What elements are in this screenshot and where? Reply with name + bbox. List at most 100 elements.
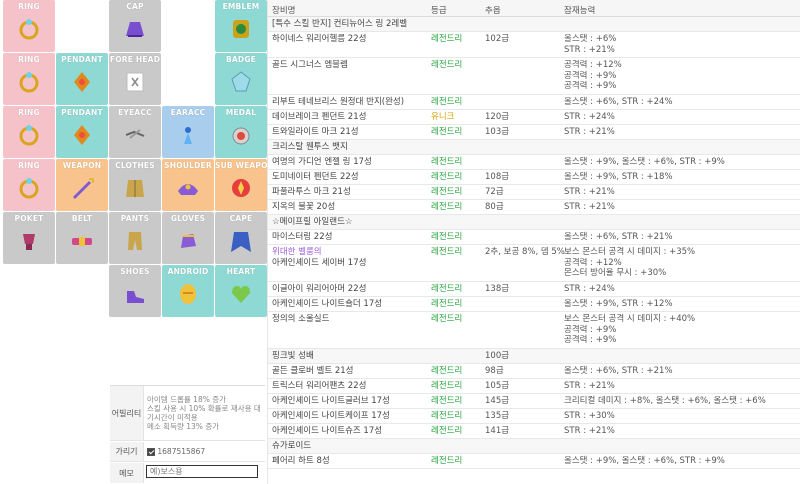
table-row[interactable]: ☆메이프릴 아일랜드☆ <box>268 215 800 230</box>
item-extra-option: 2추, 보공 8%, 뎀 5% <box>485 247 565 257</box>
item-grade: 레전드리 <box>431 172 463 182</box>
slot-heart[interactable]: HEART <box>215 265 267 317</box>
slot-badge[interactable]: BADGE <box>215 53 267 105</box>
character-info-panel: 어빌리티 아이템 드롭률 18% 증가 스킬 사용 시 10% 확률로 재사용 … <box>110 385 265 484</box>
belt-icon <box>72 237 92 246</box>
item-grade: 레전드리 <box>431 187 463 197</box>
item-name: 크리스탈 웬투스 뱃지 <box>272 142 348 152</box>
slot-ring[interactable]: RING <box>3 159 55 211</box>
item-extra-option: 120급 <box>485 112 510 122</box>
table-row[interactable]: 리부트 테네브리스 원정대 반지(완성) 레전드리 올스탯 : +6%, STR :… <box>268 95 800 110</box>
slot-shoulder[interactable]: SHOULDER <box>162 159 214 211</box>
slot-cap[interactable]: CAP <box>109 0 161 52</box>
item-potential: STR : +21% <box>564 127 615 137</box>
weapon-icon <box>73 178 94 199</box>
table-row[interactable]: 아케인셰이드 나이트슈즈 17성 레전드리 141급 STR : +21% <box>268 424 800 439</box>
table-row[interactable]: 마이스터링 22성 레전드리 올스탯 : +6%, STR : +21% <box>268 230 800 245</box>
shoulder-icon <box>178 184 198 195</box>
slot-android[interactable]: ANDROID <box>162 265 214 317</box>
slot-label: RING <box>18 2 40 11</box>
slot-belt[interactable]: BELT <box>56 212 108 264</box>
slot-poket[interactable]: POKET <box>3 212 55 264</box>
table-row[interactable]: 파풀라투스 마크 21성 레전드리 72급 STR : +21% <box>268 185 800 200</box>
table-row[interactable]: 아케인셰이드 나이트글러브 17성 레전드리 145급 크리티컬 데미지 : +8%,… <box>268 394 800 409</box>
ability-label: 어빌리티 <box>110 386 144 440</box>
table-row[interactable]: 아케인셰이드 나이트케이프 17성 레전드리 135급 STR : +30% <box>268 409 800 424</box>
slot-pants[interactable]: PANTS <box>109 212 161 264</box>
slot-label: RING <box>18 161 40 170</box>
table-row[interactable]: 하이네스 워리어헬름 22성 레전드리 102급 올스탯 : +6% STR : +21… <box>268 32 800 58</box>
slot-ring[interactable]: RING <box>3 53 55 105</box>
slot-label: HEART <box>226 267 256 276</box>
table-row[interactable]: 크리스탈 웬투스 뱃지 <box>268 140 800 155</box>
table-row[interactable]: 골든 클로버 벨트 21성 레전드리 98급 올스탯 : +6%, STR : +21… <box>268 364 800 379</box>
slot-pendant[interactable]: PENDANT <box>56 106 108 158</box>
slot-weapon[interactable]: WEAPON <box>56 159 108 211</box>
hide-checkbox[interactable] <box>147 448 155 456</box>
slot-clothes[interactable]: CLOTHES <box>109 159 161 211</box>
ring-icon <box>19 19 39 40</box>
table-row[interactable]: 도미네이터 펜던트 22성 레전드리 108급 올스탯 : +9%, STR : +1… <box>268 170 800 185</box>
table-row[interactable]: 핑크빛 성배 100급 <box>268 349 800 364</box>
slot-label: CLOTHES <box>115 161 155 170</box>
slot-cape[interactable]: CAPE <box>215 212 267 264</box>
slot-label: CAP <box>126 2 144 11</box>
table-row[interactable]: 지옥의 불꽃 20성 레전드리 80급 STR : +21% <box>268 200 800 215</box>
item-extra-option: 145급 <box>485 396 510 406</box>
item-grade: 레전드리 <box>431 396 463 406</box>
item-grade: 레전드리 <box>431 127 463 137</box>
slot-label: CAPE <box>229 214 253 223</box>
ability-row: 어빌리티 아이템 드롭률 18% 증가 스킬 사용 시 10% 확률로 재사용 … <box>110 386 265 441</box>
slot-ring[interactable]: RING <box>3 106 55 158</box>
item-potential: STR : +30% <box>564 411 615 421</box>
table-row[interactable]: 슈가로이드 <box>268 439 800 454</box>
item-extra-option: 72급 <box>485 187 504 197</box>
slot-label: FORE HEAD <box>109 55 161 64</box>
slot-fore-head[interactable]: FORE HEAD <box>109 53 161 105</box>
table-row[interactable]: 트릭스터 워리어팬츠 22성 레전드리 105급 STR : +21% <box>268 379 800 394</box>
table-row[interactable]: 이글아이 워리어아머 22성 레전드리 138급 STR : +24% <box>268 282 800 297</box>
slot-sub-weapon[interactable]: SUB WEAPON <box>215 159 267 211</box>
slot-earacc[interactable]: EARACC <box>162 106 214 158</box>
table-row[interactable]: 트와일라이트 마크 21성 레전드리 103급 STR : +21% <box>268 125 800 140</box>
slot-empty <box>56 0 108 52</box>
table-row[interactable]: 위대한 벨룸의 아케인셰이드 세이버 17성 레전드리 2추, 보공 8%, 뎀 5%… <box>268 245 800 282</box>
item-potential: 보스 몬스터 공격 시 데미지 : +40% 공격력 : +9% 공격력 : +9% <box>564 314 696 345</box>
slot-label: PENDANT <box>61 108 103 117</box>
slot-eyeacc[interactable]: EYEACC <box>109 106 161 158</box>
hide-value-wrap[interactable]: 1687515867 <box>147 447 205 456</box>
slot-label: PENDANT <box>61 55 103 64</box>
slot-label: EARACC <box>170 108 206 117</box>
item-grade: 유니크 <box>431 112 455 122</box>
ring-icon <box>19 125 39 146</box>
table-row[interactable]: 여명의 가디언 엔젤 링 17성 레전드리 올스탯 : +9%, 올스탯 : +6%… <box>268 155 800 170</box>
item-grade: 레전드리 <box>431 247 463 257</box>
item-name: 마이스터링 22성 <box>272 232 333 242</box>
slot-pendant[interactable]: PENDANT <box>56 53 108 105</box>
slot-medal[interactable]: MEDAL <box>215 106 267 158</box>
slot-gloves[interactable]: GLOVES <box>162 212 214 264</box>
table-row[interactable]: 페어리 하트 8성 레전드리 올스탯 : +9%, 올스탯 : +6%, STR :… <box>268 454 800 469</box>
table-row[interactable]: 정의의 소울실드 레전드리 보스 몬스터 공격 시 데미지 : +40% 공격력 : … <box>268 312 800 349</box>
item-grade: 레전드리 <box>431 157 463 167</box>
table-header: 장비명 등급 추옵 잠재능력 <box>268 0 800 17</box>
slot-label: WEAPON <box>62 161 102 170</box>
slot-ring[interactable]: RING <box>3 0 55 52</box>
hide-row: 가리기 1687515867 <box>110 442 265 462</box>
ring-icon <box>19 178 39 199</box>
medal-icon <box>232 127 250 145</box>
item-grade: 레전드리 <box>431 314 463 324</box>
item-extra-option: 108급 <box>485 172 510 182</box>
item-name: [특수 스킬 반지] 컨티뉴어스 링 2레벨 <box>272 19 408 29</box>
item-name: 골드 시그너스 엠블렘 <box>272 60 348 70</box>
table-row[interactable]: 데이브레이크 펜던트 21성 유니크 120급 STR : +24% <box>268 110 800 125</box>
slot-emblem[interactable]: EMBLEM <box>215 0 267 52</box>
table-row[interactable]: 아케인셰이드 나이트숄더 17성 레전드리 올스탯 : +9%, STR : +12… <box>268 297 800 312</box>
table-row[interactable]: [특수 스킬 반지] 컨티뉴어스 링 2레벨 <box>268 17 800 32</box>
table-row[interactable]: 골드 시그너스 엠블렘 레전드리 공격력 : +12% 공격력 : +9% 공격력 : … <box>268 58 800 95</box>
memo-input[interactable] <box>146 465 258 478</box>
cape-icon <box>231 232 251 252</box>
slot-empty <box>56 265 108 317</box>
item-grade: 레전드리 <box>431 381 463 391</box>
slot-shoes[interactable]: SHOES <box>109 265 161 317</box>
